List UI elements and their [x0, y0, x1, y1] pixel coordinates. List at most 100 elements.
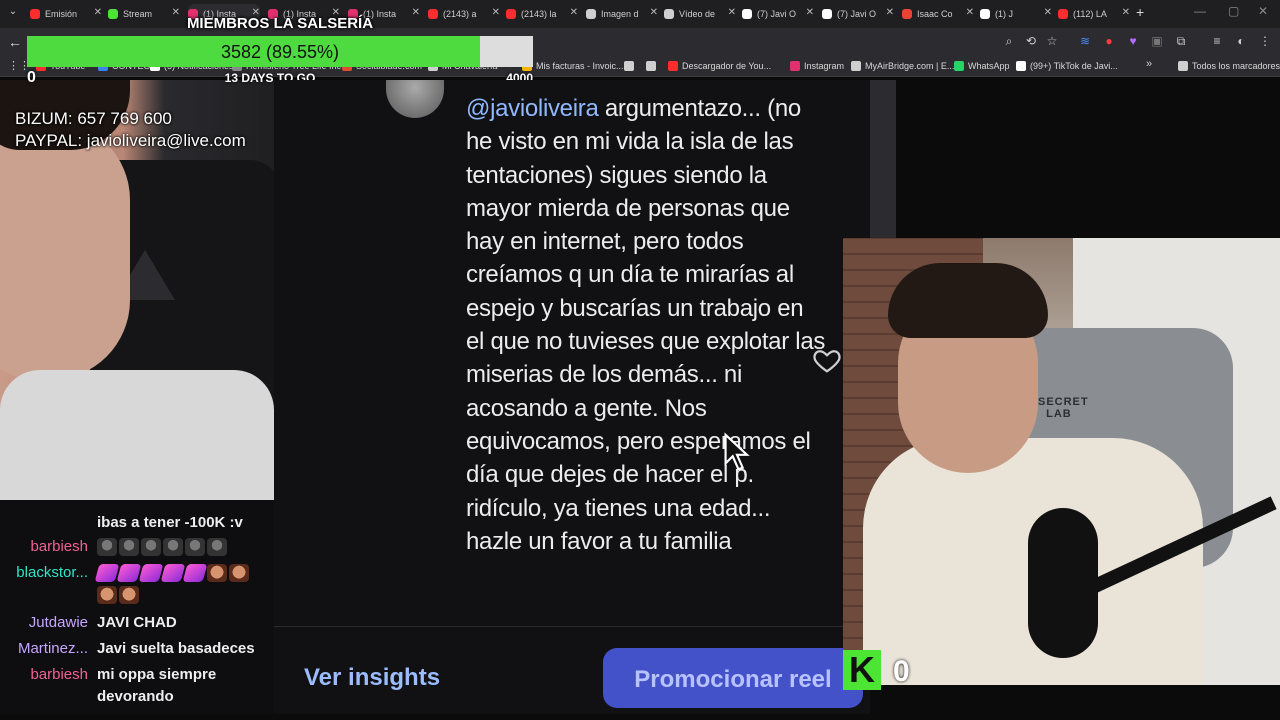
- like-heart-icon[interactable]: [812, 345, 842, 375]
- zoom-icon[interactable]: ⌕: [1002, 34, 1016, 48]
- gmail-icon: [902, 9, 912, 19]
- chat-username[interactable]: barbiesh: [0, 666, 88, 683]
- bookmark-item[interactable]: WhatsApp: [954, 58, 1010, 74]
- bizum-line: BIZUM: 657 769 600: [15, 109, 172, 128]
- goal-min-value: 0: [27, 69, 36, 86]
- close-tab-icon[interactable]: ✕: [412, 7, 420, 18]
- youtube-icon: [30, 9, 40, 19]
- scrollbar-track[interactable]: [870, 80, 896, 240]
- all-bookmarks-label: Todos los marcadores: [1192, 61, 1280, 71]
- globe-icon: [586, 9, 596, 19]
- close-tab-icon[interactable]: ✕: [886, 7, 894, 18]
- reading-list-icon[interactable]: ≡: [1210, 34, 1224, 48]
- chair-brand-logo: SECRET LAB: [1038, 396, 1089, 420]
- extensions-puzzle-icon[interactable]: ⧉: [1174, 34, 1188, 48]
- browser-tab[interactable]: (7) Javi O ✕: [822, 4, 894, 24]
- comment-text: @javioliveira argumentazo... (no he vist…: [466, 92, 826, 558]
- close-tab-icon[interactable]: ✕: [1122, 7, 1130, 18]
- close-tab-icon[interactable]: ✕: [728, 7, 736, 18]
- extension-heart-icon[interactable]: ♥: [1126, 34, 1140, 48]
- close-tab-icon[interactable]: ✕: [492, 7, 500, 18]
- browser-tab[interactable]: Imagen d ✕: [586, 4, 658, 24]
- x-icon: [742, 9, 752, 19]
- bookmark-favicon-icon: [1016, 61, 1026, 71]
- browser-tab[interactable]: (7) Javi O ✕: [742, 4, 814, 24]
- browser-tab[interactable]: (2143) a ✕: [428, 4, 500, 24]
- bookmark-item[interactable]: Instagram: [790, 58, 844, 74]
- bookmark-label: Instagram: [804, 61, 845, 71]
- browser-tab[interactable]: Emisión ✕: [30, 4, 102, 24]
- x-icon: [980, 9, 990, 19]
- tab-search-icon[interactable]: ⌄: [6, 6, 20, 20]
- donation-info: BIZUM: 657 769 600 PAYPAL: javioliveira@…: [15, 108, 246, 152]
- comment-body: argumentazo... (no he visto en mi vida l…: [466, 95, 826, 555]
- bookmark-item[interactable]: Mis facturas - Invoic...: [522, 58, 624, 74]
- browser-tab[interactable]: (112) LA ✕: [1058, 4, 1130, 24]
- chat-message-text: Javi suelta basadeces: [97, 640, 255, 657]
- black-face-emote-icon: [97, 538, 117, 557]
- bookmark-item[interactable]: Descargador de You...: [668, 58, 771, 74]
- close-tab-icon[interactable]: ✕: [1044, 7, 1052, 18]
- bookmark-item[interactable]: MyAirBridge.com | E...: [851, 58, 954, 74]
- streamer-shirt: [0, 370, 274, 500]
- close-tab-icon[interactable]: ✕: [806, 7, 814, 18]
- bookmark-item[interactable]: [624, 58, 638, 74]
- close-tab-icon[interactable]: ✕: [650, 7, 658, 18]
- profile-avatar-icon[interactable]: ◐: [1234, 34, 1248, 48]
- kick-logo-icon: K: [843, 650, 881, 690]
- close-tab-icon[interactable]: ✕: [570, 7, 578, 18]
- face-emote-icon: [229, 564, 249, 583]
- browser-tab[interactable]: (1) J ✕: [980, 4, 1052, 24]
- paypal-line: PAYPAL: javioliveira@live.com: [15, 131, 246, 150]
- menu-kebab-icon[interactable]: ⋮: [1258, 34, 1272, 48]
- close-tab-icon[interactable]: ✕: [94, 7, 102, 18]
- x-icon: [822, 9, 832, 19]
- maximize-icon[interactable]: ▢: [1228, 4, 1239, 18]
- microphone: [1028, 508, 1098, 658]
- face-emote-icon: [207, 564, 227, 583]
- extension-red-icon[interactable]: ●: [1102, 34, 1116, 48]
- close-tab-icon[interactable]: ✕: [966, 7, 974, 18]
- tab-label: Imagen d: [601, 9, 639, 19]
- bookmark-label: (99+) TikTok de Javi...: [1030, 61, 1118, 71]
- back-icon[interactable]: ←: [8, 34, 22, 50]
- bookmark-label: Mis facturas - Invoic...: [536, 61, 624, 71]
- chat-username[interactable]: Martinez...: [0, 640, 88, 657]
- chat-username[interactable]: barbiesh: [0, 538, 88, 555]
- all-bookmarks-link[interactable]: Todos los marcadores: [1178, 58, 1280, 74]
- new-tab-icon[interactable]: +: [1136, 4, 1144, 20]
- chat-emotes: [97, 536, 267, 558]
- extension-grey-icon[interactable]: ▣: [1150, 34, 1164, 48]
- browser-tab[interactable]: Isaac Co ✕: [902, 4, 974, 24]
- chat-emotes: [94, 562, 267, 606]
- tab-label: (1) J: [995, 9, 1013, 19]
- chat-username[interactable]: blackstor...: [0, 564, 88, 581]
- black-face-emote-icon: [185, 538, 205, 557]
- face-emote-icon: [119, 586, 139, 605]
- close-window-icon[interactable]: ✕: [1258, 4, 1268, 18]
- goal-progress-bar: 3582 (89.55%): [27, 36, 533, 67]
- streamer-face: [0, 120, 130, 380]
- translate-icon[interactable]: ⟲: [1024, 34, 1038, 48]
- bookmark-favicon-icon: [954, 61, 964, 71]
- black-face-emote-icon: [207, 538, 227, 557]
- comment-mention[interactable]: @javioliveira: [466, 95, 599, 122]
- bookmark-favicon-icon: [668, 61, 678, 71]
- purple-feather-emote-icon: [138, 564, 164, 583]
- promote-reel-button[interactable]: Promocionar reel: [603, 648, 863, 708]
- more-bookmarks-icon[interactable]: »: [1146, 58, 1152, 70]
- browser-tab[interactable]: (2143) la ✕: [506, 4, 578, 24]
- chat-username[interactable]: Jutdawie: [0, 614, 88, 631]
- bookmark-item[interactable]: (99+) TikTok de Javi...: [1016, 58, 1118, 74]
- extension-blue-icon[interactable]: ≋: [1078, 34, 1092, 48]
- bookmark-item[interactable]: [646, 58, 660, 74]
- tab-label: Emisión: [45, 9, 78, 19]
- view-insights-button[interactable]: Ver insights: [304, 664, 440, 692]
- goal-progress-text: 3582 (89.55%): [220, 42, 340, 62]
- bookmark-label: MyAirBridge.com | E...: [865, 61, 955, 71]
- goal-title: MIEMBROS LA SALSERÍA: [186, 15, 374, 32]
- right-webcam-feed: SECRET LAB: [843, 238, 1280, 685]
- browser-tab[interactable]: Vídeo de ✕: [664, 4, 736, 24]
- bookmark-star-icon[interactable]: ☆: [1045, 34, 1059, 48]
- minimize-icon[interactable]: —: [1194, 4, 1206, 18]
